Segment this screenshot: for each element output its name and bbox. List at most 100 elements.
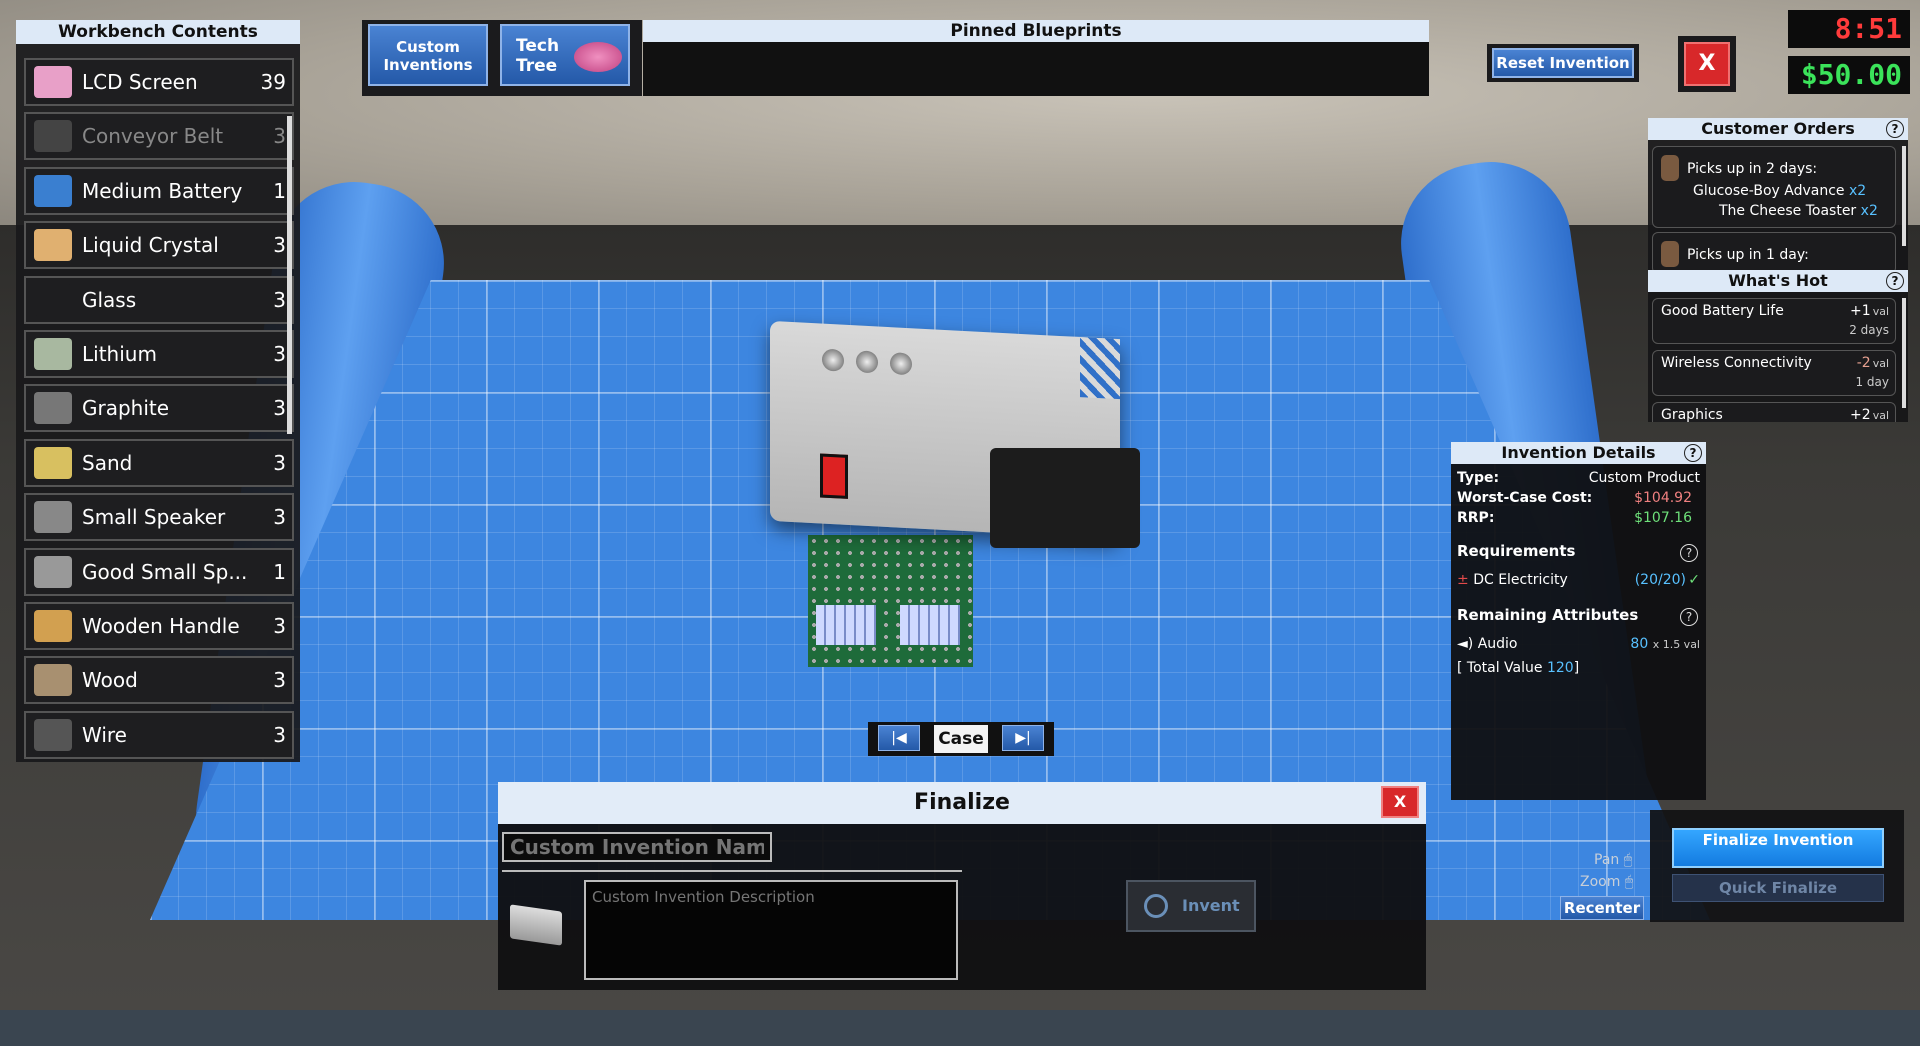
circuit-board-part[interactable] — [808, 535, 973, 667]
total-value-row: [ Total Value 120] — [1457, 660, 1700, 676]
tech-tree-button[interactable]: Tech Tree — [500, 24, 630, 86]
liquid-crystal-icon — [34, 229, 72, 262]
reset-invention-wrapper: Reset Invention — [1487, 44, 1639, 82]
custom-inventions-button[interactable]: Custom Inventions — [368, 24, 488, 86]
quick-finalize-button[interactable]: Quick Finalize — [1672, 874, 1884, 902]
workbench-item-name: Liquid Crystal — [82, 233, 219, 258]
whats-hot-title-text: What's Hot — [1728, 271, 1828, 290]
customer-orders-title: Customer Orders ? — [1648, 118, 1908, 140]
pan-hint: Pan 🖱 — [1594, 852, 1632, 868]
attribute-row: ◄) Audio 80 x 1.5 val — [1457, 636, 1700, 652]
workbench-item[interactable]: Liquid Crystal 3 — [24, 221, 294, 270]
invention-description-input[interactable] — [584, 880, 958, 980]
help-icon[interactable]: ? — [1886, 272, 1904, 290]
workbench-item[interactable]: Wire 3 — [24, 710, 294, 759]
finalize-dialog: Finalize X Invent — [498, 782, 1426, 990]
workbench-scrollbar[interactable] — [287, 116, 292, 434]
invention-details-title-text: Invention Details — [1501, 443, 1656, 462]
order-item: The Cheese Toaster x2 — [1719, 203, 1878, 219]
cost-row: Worst-Case Cost: $104.92 — [1457, 490, 1700, 506]
reset-invention-button[interactable]: Reset Invention — [1492, 48, 1634, 78]
type-value: Custom Product — [1588, 470, 1700, 486]
hot-trend-card[interactable]: Good Battery Life +1 val 2 days — [1652, 298, 1896, 344]
workbench-item[interactable]: Small Speaker 3 — [24, 493, 294, 542]
workbench-item-count: 3 — [273, 233, 286, 258]
order-pickup-time: Picks up in 1 day: — [1687, 247, 1809, 263]
attribute-multiplier: x 1.5 val — [1652, 638, 1700, 651]
workbench-item[interactable]: Glass 3 — [24, 275, 294, 324]
whats-hot-title: What's Hot ? — [1648, 270, 1908, 292]
finalize-close-button[interactable]: X — [1381, 786, 1419, 818]
hot-trend-duration: 2 days — [1849, 323, 1889, 337]
close-workbench-button[interactable]: X — [1684, 42, 1730, 86]
workbench-item-count: 3 — [273, 124, 286, 149]
battery-pack-part[interactable] — [990, 448, 1140, 548]
glass-icon — [34, 283, 72, 316]
customer-order-card[interactable]: Picks up in 1 day: — [1652, 232, 1896, 274]
customer-orders-panel: Customer Orders ? Picks up in 2 days: Gl… — [1648, 118, 1908, 274]
next-part-button[interactable]: ▶| — [1002, 725, 1044, 751]
order-item-qty: x2 — [1860, 203, 1878, 219]
brain-icon — [574, 42, 622, 72]
workbench-item[interactable]: Lithium 3 — [24, 329, 294, 378]
electricity-icon: ± — [1457, 572, 1469, 588]
order-item: Glucose-Boy Advance x2 — [1693, 183, 1866, 199]
workbench-item-count: 3 — [273, 450, 286, 475]
help-icon[interactable]: ? — [1886, 120, 1904, 138]
workbench-item-count: 3 — [273, 668, 286, 693]
workbench-item[interactable]: Conveyor Belt 3 — [24, 112, 294, 161]
hot-scrollbar[interactable] — [1902, 298, 1906, 408]
hot-trend-unit: val — [1872, 409, 1889, 422]
finalize-invention-button[interactable]: Finalize Invention — [1672, 828, 1884, 868]
invent-button[interactable]: Invent — [1126, 880, 1256, 932]
workbench-item[interactable]: LCD Screen 39 — [24, 58, 294, 106]
orders-scrollbar[interactable] — [1902, 146, 1906, 246]
battery-cells — [900, 605, 960, 645]
hot-trend-number: +2 — [1850, 407, 1871, 422]
hot-trend-number: +1 — [1850, 303, 1871, 319]
workbench-title: Workbench Contents — [16, 20, 300, 44]
knob — [822, 348, 844, 372]
workbench-item-count: 3 — [273, 341, 286, 366]
workbench-item[interactable]: Wood 3 — [24, 656, 294, 705]
requirement-value: (20/20) — [1634, 572, 1686, 588]
workbench-item-count: 3 — [273, 613, 286, 638]
workbench-item-name: Wood — [82, 668, 138, 693]
customer-orders-title-text: Customer Orders — [1701, 119, 1855, 138]
requirement-name: DC Electricity — [1473, 572, 1568, 588]
help-icon[interactable]: ? — [1684, 444, 1702, 462]
remaining-attributes-title: Remaining Attributes — [1457, 606, 1639, 624]
hot-trend-unit: val — [1872, 357, 1889, 370]
recenter-button[interactable]: Recenter — [1560, 896, 1644, 920]
prev-part-button[interactable]: |◀ — [878, 725, 920, 751]
help-icon[interactable]: ? — [1680, 608, 1698, 626]
invention-name-input[interactable] — [502, 832, 772, 862]
workbench-item[interactable]: Wooden Handle 3 — [24, 601, 294, 650]
workbench-item[interactable]: Graphite 3 — [24, 384, 294, 433]
workbench-item[interactable]: Medium Battery 1 — [24, 166, 294, 215]
hot-trend-name: Wireless Connectivity — [1661, 355, 1812, 371]
customer-avatar — [1661, 241, 1679, 267]
attribute-value: 80 — [1630, 636, 1649, 652]
hot-trend-card[interactable]: Wireless Connectivity -2 val 1 day — [1652, 350, 1896, 396]
money-display: $50.00 — [1788, 56, 1910, 94]
workbench-item-count: 3 — [273, 287, 286, 312]
close-workbench-wrapper: X — [1678, 36, 1736, 92]
top-button-bar: Custom Inventions Tech Tree — [362, 20, 642, 96]
workbench-item[interactable]: Good Small Sp... 1 — [24, 547, 294, 596]
clock-display: 8:51 PM — [1788, 10, 1910, 83]
sand-icon — [34, 446, 72, 479]
workbench-item-name: Glass — [82, 287, 137, 312]
help-icon[interactable]: ? — [1680, 544, 1698, 562]
workbench-contents-panel: Workbench Contents LCD Screen 39 Conveyor … — [16, 20, 300, 762]
workbench-item[interactable]: Sand 3 — [24, 438, 294, 487]
lcd-screen-icon — [34, 66, 72, 98]
hot-trend-card[interactable]: Graphics +2 val — [1652, 402, 1896, 422]
mouse-icon: 🖱 — [1624, 874, 1634, 890]
customer-order-card[interactable]: Picks up in 2 days: Glucose-Boy Advance … — [1652, 146, 1896, 228]
workbench-item-count: 3 — [273, 396, 286, 421]
type-label: Type: — [1457, 470, 1500, 486]
graphite-icon — [34, 392, 72, 425]
rrp-value: $107.16 — [1634, 510, 1692, 526]
whats-hot-panel: What's Hot ? Good Battery Life +1 val 2 day… — [1648, 270, 1908, 422]
